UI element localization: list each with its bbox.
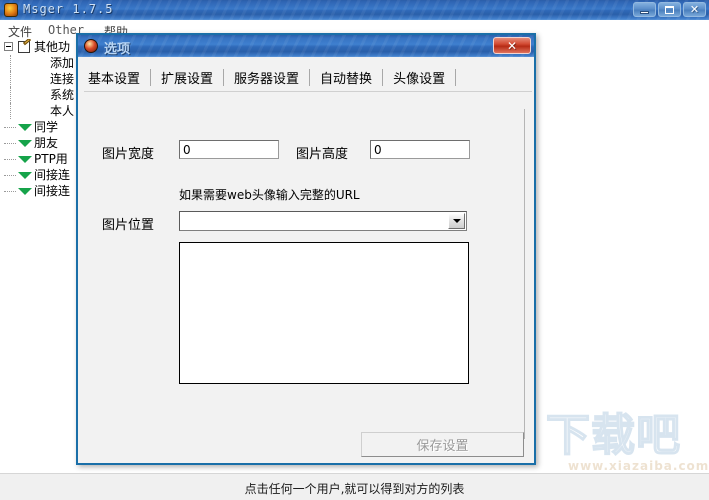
tree-guide-line xyxy=(4,175,16,177)
tree-item-classmates[interactable]: 同学 xyxy=(0,119,82,135)
tree-item-child-1[interactable]: 添加 xyxy=(0,55,82,71)
watermark-url: www.xiazaiba.com xyxy=(568,459,709,473)
tree-item-label: PTP用 xyxy=(34,152,68,166)
tree-guide-line xyxy=(4,159,16,161)
tab-server-settings[interactable]: 服务器设置 xyxy=(224,65,309,90)
options-icon xyxy=(84,39,98,53)
dialog-close-button[interactable]: ✕ xyxy=(493,37,531,54)
tree-item-ptp-users[interactable]: PTP用 xyxy=(0,151,82,167)
dialog-titlebar-stripes xyxy=(78,35,534,57)
tree-item-child-2[interactable]: 连接 xyxy=(0,71,82,87)
image-position-label: 图片位置 xyxy=(102,218,155,233)
tree-guide-line xyxy=(10,71,12,87)
maximize-button[interactable] xyxy=(658,2,681,17)
main-window-title: Msger 1.7.5 xyxy=(23,2,114,16)
green-triangle-icon[interactable] xyxy=(18,140,32,147)
close-icon: ✕ xyxy=(506,38,518,53)
tree-guide-line xyxy=(10,103,12,119)
chevron-down-icon[interactable] xyxy=(448,213,465,229)
statusbar: 点击任何一个用户,就可以得到对方的列表 xyxy=(0,473,709,500)
tree-guide-line xyxy=(10,87,12,103)
main-window: Msger 1.7.5 ✕ 文件 Other 帮助 其他功 添加 连接 系统 本… xyxy=(0,0,709,500)
main-titlebar: Msger 1.7.5 ✕ xyxy=(0,0,709,20)
tree-guide-line xyxy=(10,55,12,71)
green-triangle-icon[interactable] xyxy=(18,188,32,195)
panel-divider xyxy=(524,109,525,439)
tab-basic-settings[interactable]: 基本设置 xyxy=(78,65,150,90)
tree-guide-line xyxy=(4,127,16,129)
maximize-icon xyxy=(659,3,680,16)
image-position-combobox[interactable] xyxy=(179,211,467,231)
expander-minus-icon[interactable] xyxy=(4,42,13,51)
close-icon: ✕ xyxy=(689,3,700,16)
image-height-label: 图片高度 xyxy=(296,147,349,162)
watermark: 下载吧 www.xiazaiba.com xyxy=(540,410,708,474)
tree-item-label: 朋友 xyxy=(34,136,59,150)
statusbar-text: 点击任何一个用户,就可以得到对方的列表 xyxy=(244,482,465,496)
image-height-input[interactable] xyxy=(370,140,470,159)
tab-separator xyxy=(455,68,457,86)
image-width-input[interactable] xyxy=(179,140,279,159)
options-dialog: 选项 ✕ 基本设置 扩展设置 服务器设置 自动替换 头像设置 图片宽度 图片高 xyxy=(76,33,536,465)
tree-panel[interactable]: 其他功 添加 连接 系统 本人 同学 朋友 PTP用 间接连 间接连 xyxy=(0,39,84,463)
window-controls: ✕ xyxy=(633,2,706,17)
watermark-logo-text: 下载吧 xyxy=(545,410,681,461)
green-triangle-icon[interactable] xyxy=(18,156,32,163)
tree-item-label: 间接连 xyxy=(34,168,71,182)
tree-item-label: 系统 xyxy=(50,88,75,102)
tree-item-label: 同学 xyxy=(34,120,59,134)
minimize-button[interactable] xyxy=(633,2,656,17)
tab-extended-settings[interactable]: 扩展设置 xyxy=(151,65,223,90)
tree-item-child-4[interactable]: 本人 xyxy=(0,103,82,119)
green-triangle-icon[interactable] xyxy=(18,124,32,131)
tree-guide-line xyxy=(4,191,16,193)
tab-strip: 基本设置 扩展设置 服务器设置 自动替换 头像设置 xyxy=(78,63,534,91)
save-settings-button[interactable]: 保存设置 xyxy=(361,432,524,457)
tab-auto-replace[interactable]: 自动替换 xyxy=(310,65,382,90)
image-width-label: 图片宽度 xyxy=(102,147,155,162)
tree-item-label: 添加 xyxy=(50,56,75,70)
app-icon xyxy=(4,3,18,17)
tree-item-indirect-1[interactable]: 间接连 xyxy=(0,167,82,183)
tree-item-child-3[interactable]: 系统 xyxy=(0,87,82,103)
green-triangle-icon[interactable] xyxy=(18,172,32,179)
tab-underline xyxy=(84,91,532,92)
tree-item-label: 其他功 xyxy=(34,40,71,54)
tree-item-friends[interactable]: 朋友 xyxy=(0,135,82,151)
tree-item-label: 间接连 xyxy=(34,184,71,198)
close-button[interactable]: ✕ xyxy=(683,2,706,17)
image-preview-box[interactable] xyxy=(179,242,469,384)
dialog-title: 选项 xyxy=(104,42,131,57)
document-icon xyxy=(18,41,30,53)
tree-item-label: 本人 xyxy=(50,104,75,118)
tree-item-label: 连接 xyxy=(50,72,75,86)
dialog-body: 基本设置 扩展设置 服务器设置 自动替换 头像设置 图片宽度 图片高度 如果需要… xyxy=(78,57,534,463)
url-hint-text: 如果需要web头像输入完整的URL xyxy=(179,188,360,202)
dialog-titlebar: 选项 ✕ xyxy=(78,35,534,57)
tree-item-root[interactable]: 其他功 xyxy=(0,39,82,55)
tab-avatar-settings[interactable]: 头像设置 xyxy=(383,65,455,90)
tree-guide-line xyxy=(4,143,16,145)
minimize-icon xyxy=(634,3,655,16)
tree-item-indirect-2[interactable]: 间接连 xyxy=(0,183,82,199)
